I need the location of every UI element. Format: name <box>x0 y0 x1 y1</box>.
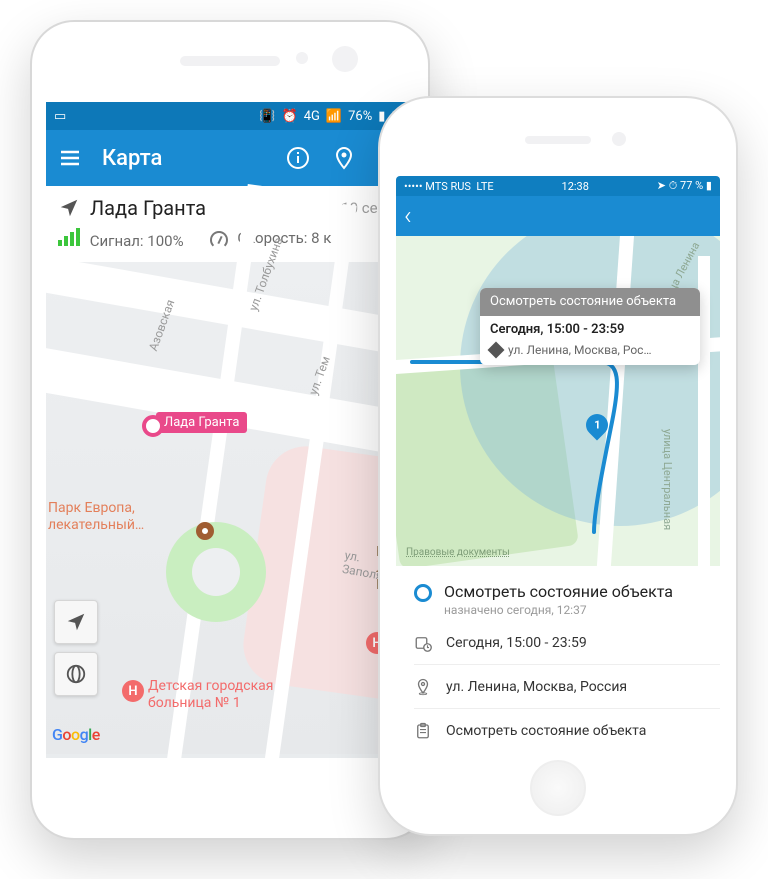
iphone-speaker <box>525 136 591 144</box>
alarm-icon: ⏰ <box>282 109 298 124</box>
battery-percent: 76% <box>348 109 372 124</box>
poi-park-label: Парк Европа,лекательный… <box>48 500 144 534</box>
legal-link[interactable]: Правовые документы <box>406 547 510 558</box>
notification-image-icon: ▭ <box>54 109 66 124</box>
task-title: Осмотреть состояние объекта <box>444 582 673 601</box>
android-sensor <box>332 46 358 72</box>
clipboard-icon <box>414 722 432 740</box>
hospital-marker-icon[interactable]: H <box>122 680 144 702</box>
iphone-screen: ••••• MTS RUS LTE 12:38 ➤ ⏱ 77 % ▮ ‹ ули… <box>396 176 720 748</box>
task-details-panel: Осмотреть состояние объекта назначено се… <box>396 566 720 748</box>
navigate-arrow-icon <box>58 197 80 219</box>
iphone-camera <box>612 132 626 146</box>
network-4g-icon: 4G <box>304 109 320 124</box>
task-tooltip[interactable]: Осмотреть состояние объекта Сегодня, 15:… <box>480 288 700 365</box>
tooltip-address: ул. Ленина, Москва, Рос… <box>508 343 651 357</box>
task-map-pin[interactable]: 1 <box>586 414 608 436</box>
info-icon[interactable] <box>284 144 312 172</box>
menu-icon[interactable] <box>56 144 84 172</box>
back-button[interactable]: ‹ <box>404 203 412 229</box>
signal-strength: Сигнал: 100% <box>58 228 184 250</box>
android-status-bar: ▭ 📳 ⏰ 4G 📶 76% ▮ 17 <box>46 102 414 130</box>
ios-status-bar: ••••• MTS RUS LTE 12:38 ➤ ⏱ 77 % ▮ <box>396 176 720 196</box>
tooltip-title: Осмотреть состояние объекта <box>480 288 700 316</box>
task-status-ring-icon <box>414 584 432 602</box>
task-header: Осмотреть состояние объекта назначено се… <box>396 566 720 621</box>
status-left: ••••• MTS RUS LTE <box>404 180 494 193</box>
location-pin-icon[interactable] <box>330 144 358 172</box>
iphone-home-button[interactable] <box>530 760 586 816</box>
tooltip-time: Сегодня, 15:00 - 23:59 <box>480 316 700 343</box>
google-logo: Google <box>52 725 100 744</box>
nav-bar: ‹ <box>396 196 720 236</box>
status-right: ➤ ⏱ 77 % ▮ <box>657 179 712 193</box>
iphone-frame: ••••• MTS RUS LTE 12:38 ➤ ⏱ 77 % ▮ ‹ ули… <box>378 96 738 836</box>
signal-icon: 📶 <box>326 109 342 124</box>
android-phone-frame: ▭ 📳 ⏰ 4G 📶 76% ▮ 17 Карта <box>30 20 430 840</box>
task-address-row: ул. Ленина, Москва, Россия <box>396 665 720 708</box>
location-outline-icon <box>414 678 432 696</box>
task-assigned-label: назначено сегодня, 12:37 <box>444 603 673 617</box>
map-layers-button[interactable] <box>54 652 98 696</box>
map-roundabout <box>166 522 266 622</box>
vibrate-icon: 📳 <box>259 109 275 124</box>
calendar-clock-icon <box>414 634 432 652</box>
page-title: Карта <box>102 146 266 171</box>
map-road <box>164 184 261 758</box>
poi-hospital-label: Детская городскаябольница № 1 <box>148 678 273 712</box>
recenter-button[interactable] <box>54 600 98 644</box>
task-time-row: Сегодня, 15:00 - 23:59 <box>396 621 720 664</box>
signal-bars-icon <box>58 228 80 246</box>
android-camera <box>296 52 308 64</box>
app-bar: Карта <box>46 130 414 186</box>
vehicle-name: Лада Гранта <box>90 196 206 220</box>
route-line <box>452 352 652 492</box>
address-diamond-icon <box>488 341 505 358</box>
clock: 12:38 <box>562 180 589 193</box>
task-map-view[interactable]: улица Ленина улица Центральная 1 Осмотре… <box>396 236 720 566</box>
map-view[interactable]: ул. Толбухина ул. Тем ул. Заполярная Азо… <box>46 262 414 754</box>
speedometer-icon <box>210 231 228 249</box>
poi-marker[interactable] <box>196 522 214 540</box>
vehicle-map-pin[interactable]: Лада Гранта <box>156 412 247 433</box>
street-label: улица Центральная <box>661 429 674 530</box>
task-description-row: Осмотреть состояние объекта <box>396 709 720 748</box>
vehicle-info-card[interactable]: Лада Гранта 10 сек. н Сигнал: 100% Скоро… <box>46 186 414 262</box>
android-screen: ▭ 📳 ⏰ 4G 📶 76% ▮ 17 Карта <box>46 102 414 758</box>
